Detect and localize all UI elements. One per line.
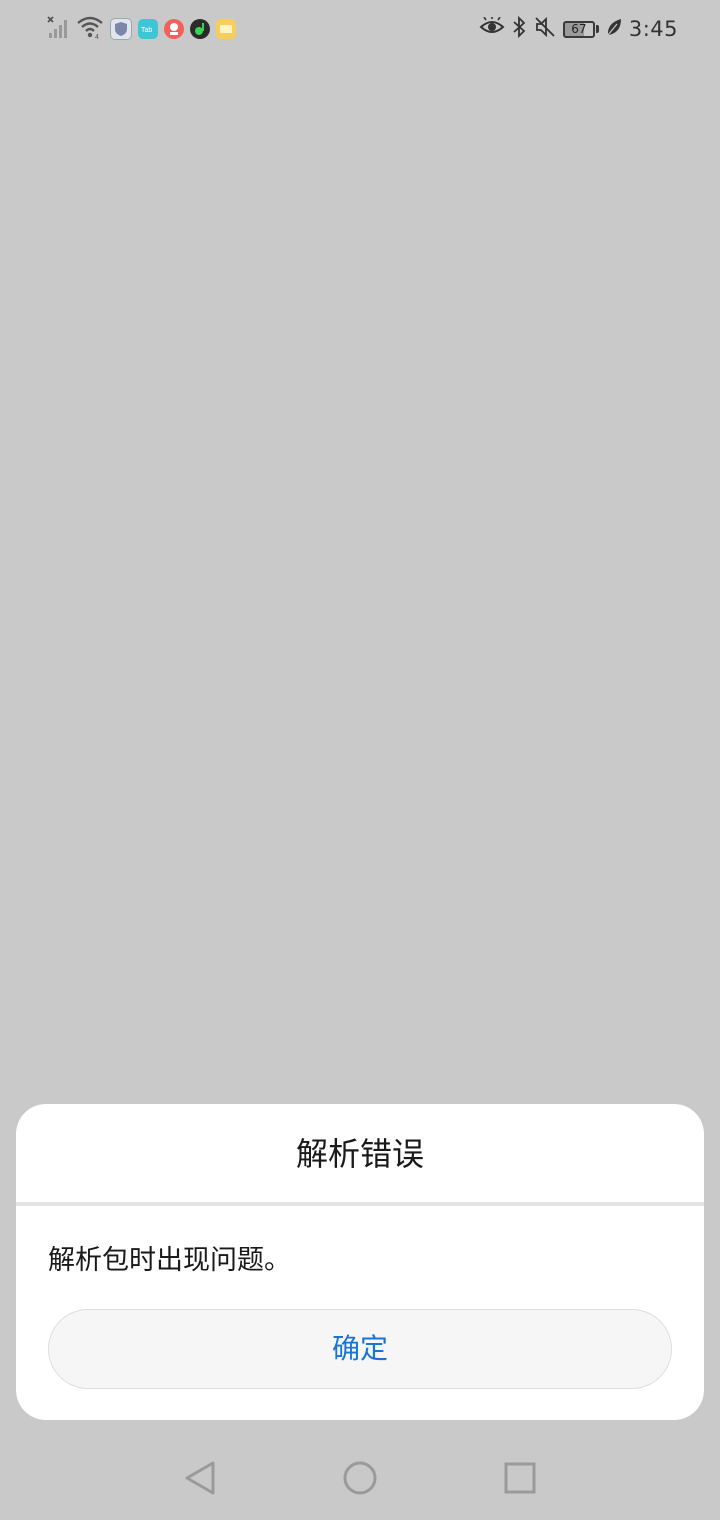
dialog-title: 解析错误: [295, 1135, 424, 1173]
bluetooth-icon: [511, 15, 527, 43]
navigation-bar: [0, 1440, 720, 1520]
svg-text:4: 4: [95, 34, 99, 39]
tab-app-icon: Tab: [138, 19, 158, 39]
battery-level: 67: [571, 22, 587, 36]
eye-icon: [479, 16, 505, 41]
status-bar-right: 67 3:45: [473, 14, 678, 44]
home-button[interactable]: [340, 1460, 380, 1500]
leaf-icon: [605, 17, 623, 41]
no-signal-icon: [46, 15, 70, 43]
dialog-divider: [16, 1202, 704, 1206]
red-app-icon: [164, 19, 184, 39]
svg-text:Tab: Tab: [141, 27, 152, 34]
shield-app-icon: [110, 18, 132, 40]
yellow-app-icon: [216, 19, 236, 39]
confirm-button[interactable]: 确定: [48, 1309, 672, 1389]
parse-error-dialog: 解析错误 解析包时出现问题。 确定: [16, 1104, 704, 1420]
recents-icon: [503, 1461, 537, 1499]
home-icon: [342, 1460, 378, 1500]
back-icon: [183, 1460, 217, 1500]
battery-cap: [595, 25, 599, 33]
status-bar-left: 4 Tab: [46, 14, 242, 44]
dialog-message: 解析包时出现问题。: [48, 1245, 291, 1276]
mute-icon: [533, 15, 557, 43]
back-button[interactable]: [180, 1460, 220, 1500]
status-bar: 4 Tab 67 3:45: [0, 0, 720, 56]
recents-button[interactable]: [500, 1460, 540, 1500]
music-app-icon: [190, 19, 210, 39]
battery-icon: 67: [562, 20, 595, 38]
wifi-icon: 4: [76, 15, 104, 43]
status-time: 3:45: [628, 17, 678, 41]
screen: 4 Tab 67 3:45 解析错误 解析包时出现问题。 确定: [0, 0, 720, 1520]
